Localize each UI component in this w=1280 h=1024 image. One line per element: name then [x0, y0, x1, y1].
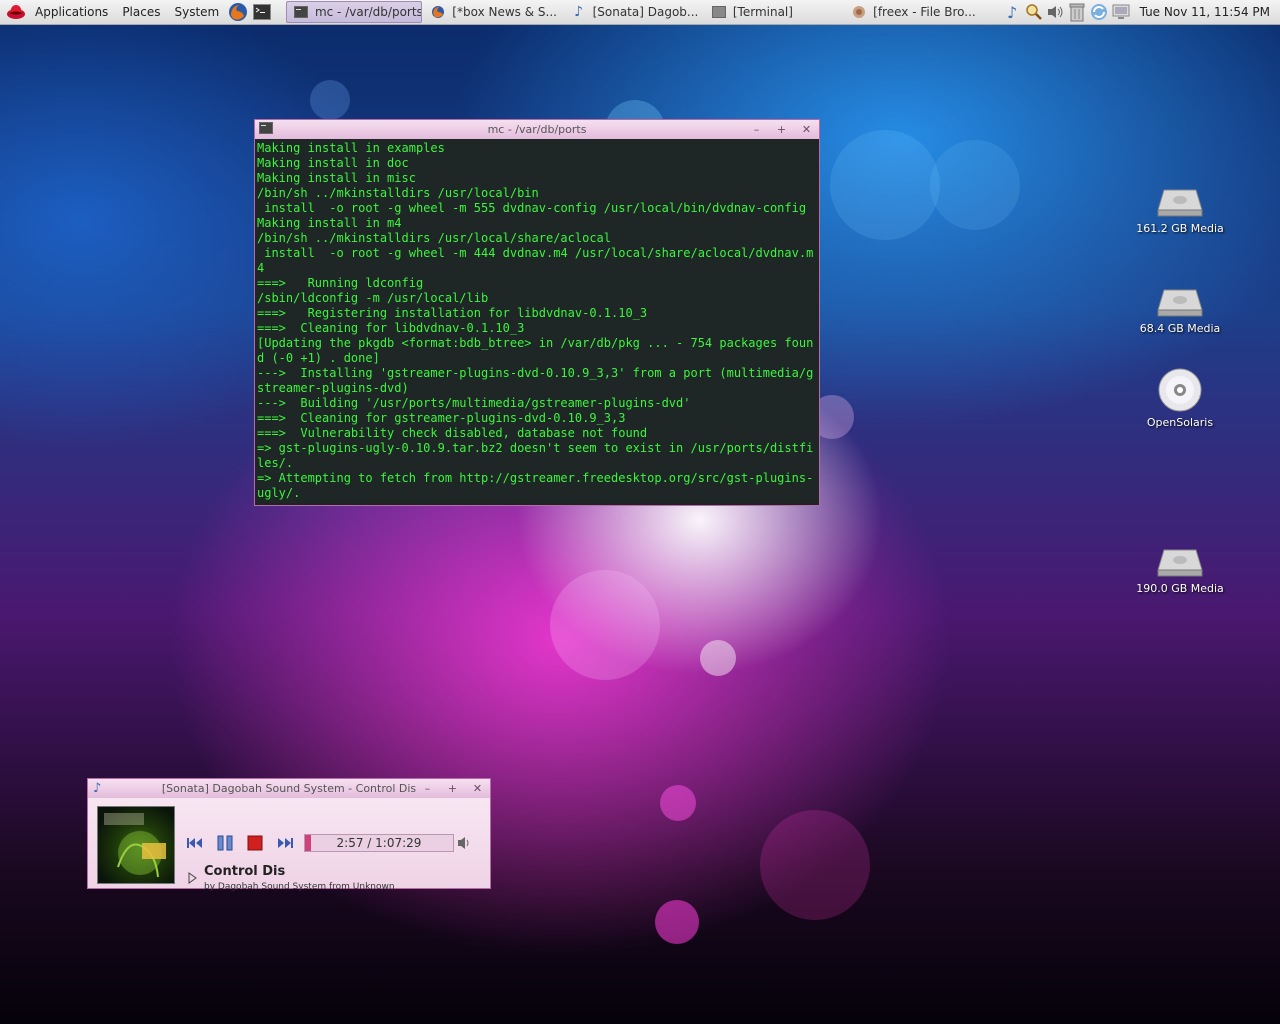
- wallpaper-bokeh: [930, 140, 1020, 230]
- desktop-icon-label: 68.4 GB Media: [1139, 322, 1221, 335]
- music-note-icon: ♪: [93, 781, 102, 796]
- minimize-button[interactable]: –: [744, 123, 769, 136]
- task-file-browser[interactable]: [freex - File Bro...: [845, 1, 991, 23]
- desktop-icon-label: 190.0 GB Media: [1136, 582, 1224, 595]
- menu-places[interactable]: Places: [115, 0, 167, 24]
- redhat-logo-icon[interactable]: [6, 2, 26, 22]
- progress-bar[interactable]: 2:57 / 1:07:29: [304, 834, 454, 852]
- terminal-line: ===> Registering installation for libdvd…: [257, 306, 648, 320]
- desktop-cdrom-opensolaris[interactable]: OpenSolaris: [1125, 368, 1235, 429]
- file-browser-icon: [851, 4, 867, 20]
- task-firefox-news[interactable]: [*box News & S...: [424, 1, 562, 23]
- maximize-button[interactable]: +: [769, 123, 794, 136]
- progress-fill: [305, 835, 311, 851]
- wallpaper-bokeh: [655, 900, 699, 944]
- terminal-line: /sbin/ldconfig -m /usr/local/lib: [257, 291, 489, 305]
- hard-drive-icon: [1156, 278, 1204, 318]
- firefox-launcher-icon[interactable]: [228, 2, 248, 22]
- sonata-tray-icon[interactable]: ♪: [1001, 1, 1023, 23]
- update-icon[interactable]: [1088, 1, 1110, 23]
- desktop-drive-161gb[interactable]: 161.2 GB Media: [1125, 178, 1235, 235]
- task-sonata[interactable]: ♪ [Sonata] Dagob...: [565, 1, 703, 23]
- terminal-line: ---> Installing 'gstreamer-plugins-dvd-0…: [257, 366, 814, 395]
- terminal-line: => Attempting to fetch from http://gstre…: [257, 471, 814, 500]
- task-label: [*box News & S...: [452, 5, 557, 19]
- terminal-icon: [293, 4, 309, 20]
- terminal-window-icon: [259, 122, 273, 137]
- clock[interactable]: Tue Nov 11, 11:54 PM: [1132, 5, 1280, 19]
- sonata-window[interactable]: ♪ [Sonata] Dagobah Sound System - Contro…: [87, 778, 491, 892]
- wallpaper-bokeh: [830, 130, 940, 240]
- desktop-icon-label: 161.2 GB Media: [1136, 222, 1224, 235]
- wallpaper-bokeh: [660, 785, 696, 821]
- terminal-launcher-icon[interactable]: [252, 2, 272, 22]
- album-art[interactable]: [97, 806, 175, 884]
- terminal-title: mc - /var/db/ports: [487, 123, 587, 136]
- terminal-line: ===> Cleaning for libdvdnav-0.1.10_3: [257, 321, 525, 335]
- close-button[interactable]: ✕: [465, 782, 490, 795]
- hard-drive-icon: [1156, 538, 1204, 578]
- terminal-line: ===> Vulnerability check disabled, datab…: [257, 426, 648, 440]
- close-button[interactable]: ✕: [794, 123, 819, 136]
- desktop-icon-label: OpenSolaris: [1146, 416, 1214, 429]
- stop-button[interactable]: [244, 834, 266, 852]
- expander-arrow-icon[interactable]: [188, 872, 198, 887]
- song-title: Control Dis: [204, 864, 286, 879]
- firefox-icon: [430, 4, 446, 20]
- trash-icon[interactable]: [1066, 1, 1088, 23]
- task-label: [freex - File Bro...: [873, 5, 976, 19]
- pause-button[interactable]: [214, 834, 236, 852]
- terminal-line: install -o root -g wheel -m 555 dvdnav-c…: [257, 201, 807, 215]
- terminal-line: Making install in m4: [257, 216, 402, 230]
- network-icon[interactable]: [1110, 1, 1132, 23]
- task-label: [Terminal]: [732, 5, 793, 19]
- terminal-window[interactable]: mc - /var/db/ports – + ✕ Making install …: [254, 119, 820, 506]
- top-panel: Applications Places System mc - /var/db/…: [0, 0, 1280, 25]
- volume-icon[interactable]: [454, 834, 476, 852]
- terminal-line: Making install in examples: [257, 141, 445, 155]
- cd-icon: [1156, 368, 1204, 412]
- next-button[interactable]: [274, 834, 296, 852]
- terminal-line: Making install in misc: [257, 171, 416, 185]
- wallpaper-bokeh: [310, 80, 350, 120]
- terminal-line: /bin/sh ../mkinstalldirs /usr/local/shar…: [257, 231, 612, 245]
- wallpaper-bokeh: [760, 810, 870, 920]
- terminal-line: ---> Building '/usr/ports/multimedia/gst…: [257, 396, 691, 410]
- desktop-drive-190gb[interactable]: 190.0 GB Media: [1125, 538, 1235, 595]
- sonata-body: 2:57 / 1:07:29 Control Dis by Dagobah So…: [88, 798, 490, 892]
- hard-drive-icon: [1156, 178, 1204, 218]
- sonata-titlebar[interactable]: ♪ [Sonata] Dagobah Sound System - Contro…: [88, 779, 490, 798]
- terminal-line: install -o root -g wheel -m 444 dvdnav.m…: [257, 246, 814, 275]
- terminal-line: Making install in doc: [257, 156, 409, 170]
- music-note-icon: ♪: [574, 4, 584, 20]
- terminal-line: /bin/sh ../mkinstalldirs /usr/local/bin: [257, 186, 539, 200]
- menu-system[interactable]: System: [167, 0, 226, 24]
- terminal-titlebar[interactable]: mc - /var/db/ports – + ✕: [255, 120, 819, 139]
- task-label: mc - /var/db/ports: [314, 5, 423, 19]
- maximize-button[interactable]: +: [440, 782, 465, 795]
- wallpaper-bokeh: [700, 640, 736, 676]
- menu-applications[interactable]: Applications: [28, 0, 115, 24]
- wallpaper-bokeh: [550, 570, 660, 680]
- search-icon[interactable]: [1023, 1, 1045, 23]
- terminal-line: => gst-plugins-ugly-0.10.9.tar.bz2 doesn…: [257, 441, 814, 470]
- elapsed-time: 2:57 / 1:07:29: [336, 836, 422, 850]
- previous-button[interactable]: [184, 834, 206, 852]
- terminal-output[interactable]: Making install in examples Making install…: [255, 139, 819, 503]
- minimize-button[interactable]: –: [415, 782, 440, 795]
- task-terminal[interactable]: [Terminal]: [705, 1, 843, 23]
- terminal-line: [Updating the pkgdb <format:bdb_btree> i…: [257, 336, 814, 365]
- song-artist-album: by Dagobah Sound System from Unknown: [204, 882, 395, 892]
- task-label: [Sonata] Dagob...: [592, 5, 699, 19]
- terminal-line: ===> Cleaning for gstreamer-plugins-dvd-…: [257, 411, 626, 425]
- terminal-line: ===> Running ldconfig: [257, 276, 424, 290]
- volume-icon[interactable]: [1045, 1, 1067, 23]
- task-terminal-mc[interactable]: mc - /var/db/ports: [285, 1, 423, 23]
- desktop-drive-68gb[interactable]: 68.4 GB Media: [1125, 278, 1235, 335]
- terminal-icon: [711, 4, 727, 20]
